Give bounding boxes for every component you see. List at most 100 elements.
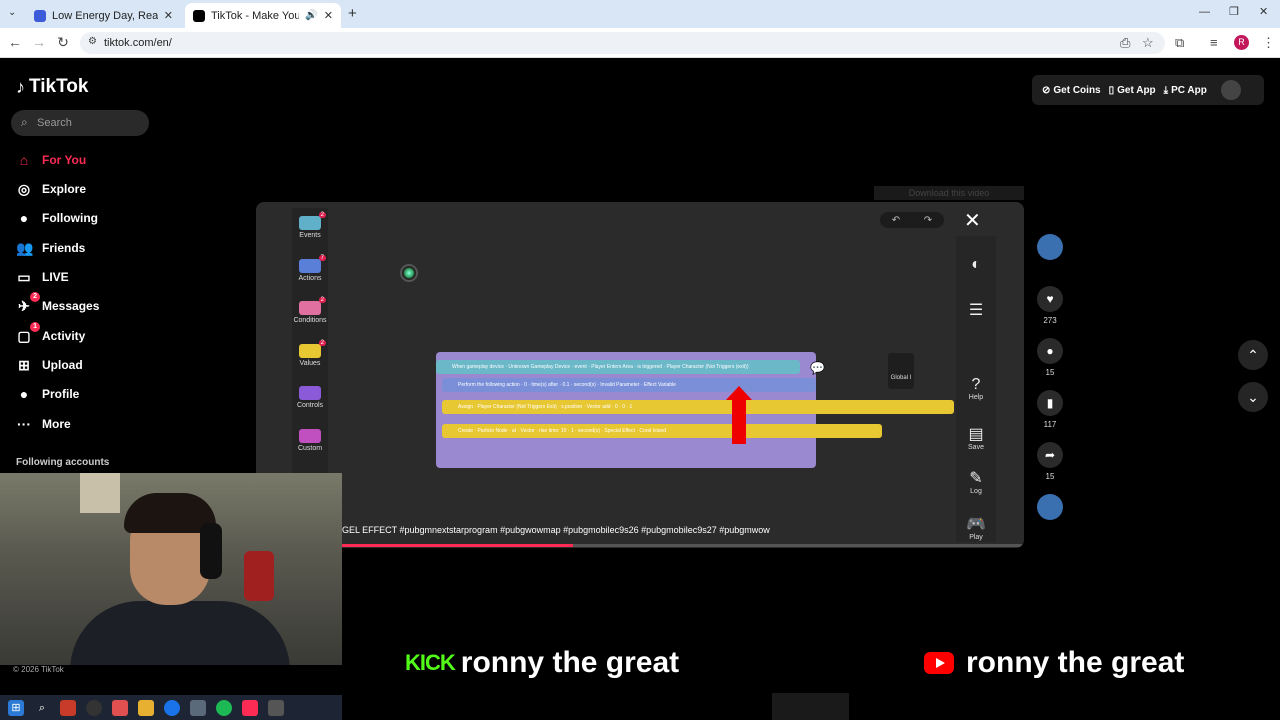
install-icon[interactable]: ⎙: [1120, 35, 1130, 51]
following-avatar-icon: ●: [19, 210, 29, 226]
minimize-icon[interactable]: —: [1199, 6, 1210, 18]
get-app-label: Get App: [1117, 84, 1156, 96]
extensions-icon[interactable]: ⧉: [1175, 35, 1184, 51]
taskbar-app-icon[interactable]: [60, 699, 76, 716]
editor-save-button[interactable]: ▤ Save: [956, 424, 996, 451]
media-icon[interactable]: ≡: [1210, 35, 1218, 50]
close-icon[interactable]: ✕: [964, 208, 981, 233]
back-icon[interactable]: ←: [6, 34, 24, 50]
chrome-icon[interactable]: [164, 699, 180, 716]
share-button[interactable]: ➦ 15: [1034, 442, 1066, 481]
undo-icon[interactable]: ↶: [892, 215, 900, 226]
palette-conditions[interactable]: 2 Conditions: [292, 297, 328, 324]
new-tab-button[interactable]: +: [348, 5, 357, 22]
next-video-button[interactable]: ⌄: [1238, 382, 1268, 412]
tab-close-icon[interactable]: ✕: [164, 9, 173, 22]
windows-start-icon[interactable]: ⊞: [8, 699, 24, 716]
search-input[interactable]: ⌕ Search: [11, 110, 149, 136]
tiktok-taskbar-icon[interactable]: [242, 699, 258, 716]
profile-avatar[interactable]: R: [1234, 35, 1249, 50]
comment-button[interactable]: ● 15: [1034, 338, 1066, 377]
site-info-icon[interactable]: ⚙: [88, 36, 97, 47]
red-arrow-shaft: [732, 398, 746, 444]
red-arrow-icon: [726, 386, 752, 400]
activity-icon: ▢ 1: [16, 321, 40, 345]
tab-tiktok[interactable]: TikTok - Make Your Day 🔊 ✕: [185, 3, 341, 28]
code-block-row[interactable]: Create · Particle Node · at · Vector · r…: [442, 424, 882, 438]
close-window-icon[interactable]: ✕: [1259, 5, 1268, 18]
nav-label: Messages: [42, 299, 100, 313]
code-block-row[interactable]: Perform the following action · 0 · time(…: [442, 378, 816, 392]
coin-icon: ⊘: [1042, 84, 1051, 96]
taskbar-app-icon[interactable]: [268, 699, 284, 716]
menu-icon[interactable]: ⋮: [1262, 35, 1275, 51]
video-player[interactable]: 2 Events 7 Actions 2 Conditions 2 Values Control…: [256, 202, 1024, 548]
palette-custom[interactable]: Custom: [292, 428, 328, 452]
nav-item-upload[interactable]: ⊞ Upload: [16, 353, 83, 377]
editor-color-wheel-button[interactable]: ◐: [956, 256, 996, 274]
speaker-icon[interactable]: 🔊: [305, 10, 317, 21]
reload-icon[interactable]: ↻: [54, 34, 72, 51]
nav-item-more[interactable]: ··· More: [16, 412, 71, 436]
bookmark-star-icon[interactable]: ☆: [1142, 35, 1154, 51]
get-coins-button[interactable]: ⊘ Get Coins: [1042, 85, 1101, 96]
tiktok-note-icon: ♪: [16, 76, 25, 97]
nav-item-activity[interactable]: ▢ 1 Activity: [16, 321, 86, 348]
palette-actions[interactable]: 7 Actions: [292, 254, 328, 282]
youtube-channel-name: ronny the great: [966, 646, 1185, 679]
tiktok-favicon-icon: [193, 9, 205, 22]
code-block-row[interactable]: Assign · Player Character (Not Triggers …: [442, 400, 954, 414]
nav-item-for-you[interactable]: ⌂ For You: [16, 148, 86, 172]
restore-icon[interactable]: ❐: [1229, 5, 1239, 18]
calculator-icon[interactable]: [190, 699, 206, 716]
get-app-button[interactable]: ▯ Get App: [1109, 85, 1156, 96]
file-explorer-icon[interactable]: [138, 699, 154, 716]
list-icon: ☰: [968, 302, 984, 319]
tab-close-icon[interactable]: ✕: [324, 9, 333, 22]
download-banner[interactable]: Download this video: [874, 186, 1024, 200]
progress-fill: [342, 544, 574, 547]
palette-block-icon: [299, 343, 321, 358]
editor-help-button[interactable]: ? Help: [956, 376, 996, 401]
palette-label: Controls: [296, 402, 324, 409]
address-bar[interactable]: ⚙ tiktok.com/en/: [80, 32, 1165, 54]
global-variable-button[interactable]: Global I: [888, 353, 914, 389]
nav-item-explore[interactable]: ◎ Explore: [16, 177, 86, 201]
palette-values[interactable]: 2 Values: [292, 339, 328, 367]
tiktok-logo[interactable]: ♪ TikTok: [16, 76, 88, 98]
video-progress-bar[interactable]: [342, 544, 1022, 547]
creator-avatar[interactable]: [1034, 234, 1066, 264]
nav-label: Activity: [42, 329, 86, 343]
editor-log-button[interactable]: ✎ Log: [956, 468, 996, 495]
nav-item-live[interactable]: ▭ LIVE: [16, 265, 68, 289]
redo-icon[interactable]: ↷: [924, 215, 932, 226]
save-button[interactable]: ▮ 117: [1034, 390, 1066, 429]
editor-gamepad-button[interactable]: 🎮 Play: [956, 514, 996, 541]
editor-button-label: Log: [970, 488, 982, 495]
like-button[interactable]: ♥ 273: [1034, 286, 1066, 325]
copyright-text: © 2026 TikTok: [13, 665, 64, 674]
forward-icon[interactable]: →: [30, 34, 48, 50]
music-disc[interactable]: [1034, 494, 1066, 524]
user-avatar[interactable]: [1220, 80, 1241, 100]
spotify-icon[interactable]: [216, 699, 232, 716]
notification-badge: 2: [30, 291, 40, 302]
nav-item-friends[interactable]: 👥 Friends: [16, 236, 85, 260]
taskbar-app-icon[interactable]: [86, 699, 102, 716]
editor-list-button[interactable]: ☰: [956, 300, 996, 320]
nav-item-following[interactable]: ● Following: [16, 206, 98, 230]
palette-controls[interactable]: Controls: [292, 386, 328, 409]
nav-item-profile[interactable]: ● Profile: [16, 382, 80, 406]
code-block-row[interactable]: When gameplay device · Unknown Gameplay …: [436, 360, 800, 374]
nav-item-messages[interactable]: ✈ 2 Messages: [16, 291, 100, 318]
tab-low-energy[interactable]: Low Energy Day, Real Talk & Ch ✕: [26, 3, 181, 28]
taskbar-app-icon[interactable]: [112, 699, 128, 716]
palette-events[interactable]: 2 Events: [292, 212, 328, 239]
palette-label: Conditions: [293, 317, 327, 324]
previous-video-button[interactable]: ⌃: [1238, 340, 1268, 370]
taskbar-search-icon[interactable]: ⌕: [34, 700, 50, 716]
pc-app-button[interactable]: ⤓ PC App: [1164, 85, 1207, 96]
palette-block-icon: [299, 258, 321, 273]
tab-search-chevron-icon[interactable]: ⌄: [8, 7, 16, 18]
profile-icon: ●: [19, 386, 29, 402]
